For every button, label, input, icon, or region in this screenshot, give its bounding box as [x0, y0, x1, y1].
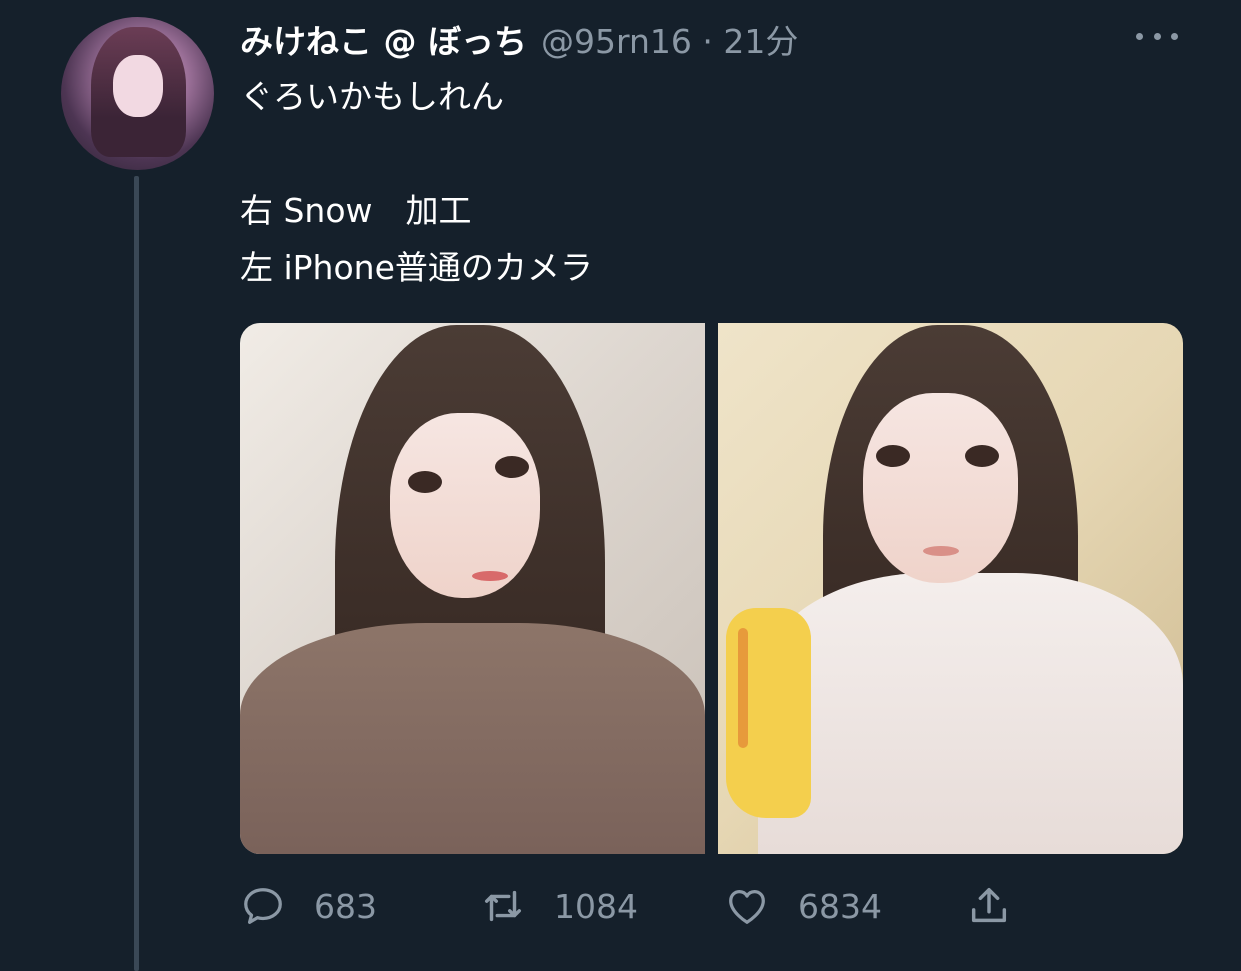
like-action[interactable]: 6834 — [724, 880, 882, 932]
photo-lips — [472, 571, 508, 581]
photo-left[interactable] — [240, 323, 705, 854]
photo-face — [390, 413, 540, 598]
avatar-face — [113, 55, 163, 117]
hand-sticker — [726, 608, 811, 818]
reply-action[interactable]: 683 — [240, 880, 377, 932]
share-action[interactable] — [966, 880, 1012, 932]
like-icon[interactable] — [724, 883, 770, 929]
photo-eye — [876, 445, 910, 467]
avatar[interactable] — [61, 17, 214, 170]
tweet-text-line: ぐろいかもしれん — [240, 77, 504, 116]
photo-eye — [408, 471, 442, 493]
photo-eye — [965, 445, 999, 467]
reply-count: 683 — [314, 886, 377, 926]
reply-icon[interactable] — [240, 883, 286, 929]
handle-and-time[interactable]: @95rn16 · 21分 — [541, 15, 798, 63]
tweet-header: みけねこ @ ぼっち @95rn16 · 21分 — [240, 14, 798, 64]
more-icon[interactable] — [1136, 30, 1178, 42]
photo-eye — [495, 456, 529, 478]
tweet-actions: 683 1084 6834 — [240, 880, 1040, 932]
photo-clothing — [758, 573, 1183, 854]
retweet-count: 1084 — [554, 886, 638, 926]
tweet-text-line — [240, 125, 1140, 182]
thread-line — [134, 176, 139, 971]
media-grid — [240, 323, 1183, 854]
like-count: 6834 — [798, 886, 882, 926]
author-name[interactable]: みけねこ @ ぼっち — [240, 15, 527, 63]
photo-lips — [923, 546, 959, 556]
retweet-action[interactable]: 1084 — [480, 880, 638, 932]
tweet-text-line: 左 iPhone普通のカメラ — [240, 248, 593, 287]
share-icon[interactable] — [966, 883, 1012, 929]
tweet-text-line: 右 Snow 加工 — [240, 191, 472, 230]
photo-clothing — [240, 623, 705, 854]
photo-right[interactable] — [718, 323, 1183, 854]
retweet-icon[interactable] — [480, 883, 526, 929]
tweet-text: ぐろいかもしれん 右 Snow 加工 左 iPhone普通のカメラ — [240, 68, 1140, 296]
